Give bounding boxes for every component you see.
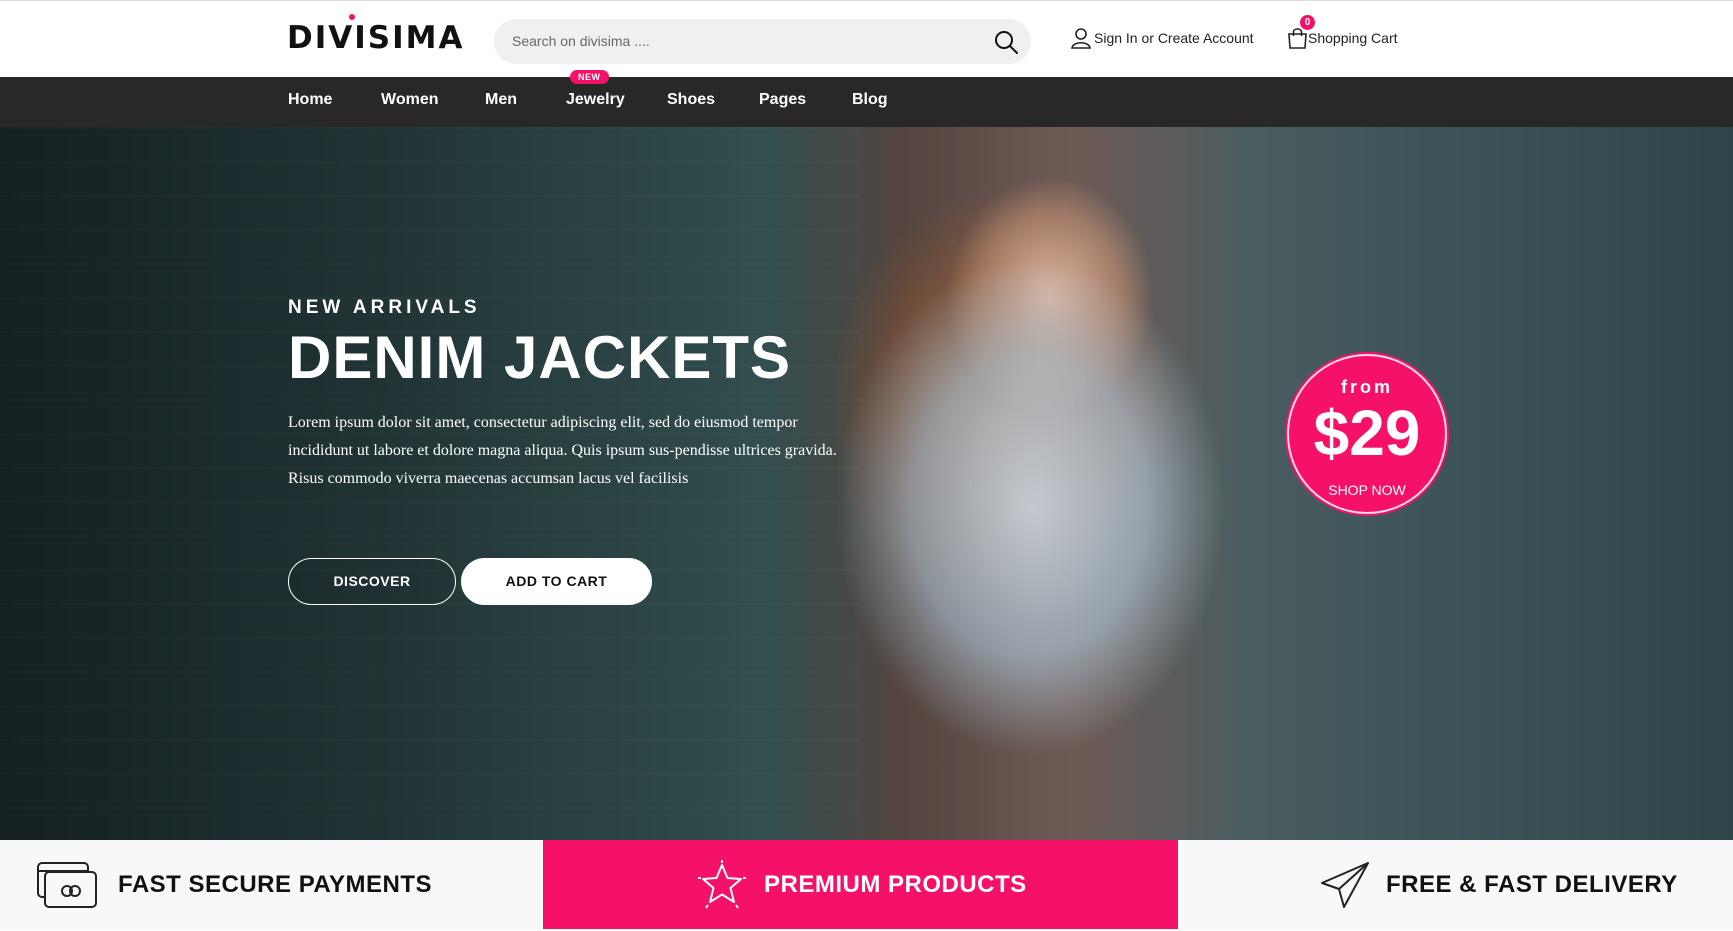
features-bar: FAST SECURE PAYMENTS PREMIUM PRODUCTS FR… [0, 840, 1733, 931]
cart-link[interactable]: 0 Shopping Cart [1287, 15, 1398, 51]
new-badge: NEW [570, 70, 609, 84]
discover-button[interactable]: DISCOVER [288, 558, 456, 605]
nav-item-shoes[interactable]: Shoes [667, 91, 715, 109]
price-bubble[interactable]: from $29 SHOP NOW [1287, 354, 1447, 514]
site-logo[interactable]: DIVISIMA [287, 14, 465, 56]
search-bar [494, 19, 1031, 64]
logo-dot [349, 14, 355, 20]
feature-premium-products: PREMIUM PRODUCTS [543, 840, 1178, 929]
shopping-bag-icon [1288, 28, 1307, 49]
feature-free-delivery: FREE & FAST DELIVERY [1178, 840, 1733, 929]
search-input[interactable] [512, 30, 952, 52]
logo-text: DIVISIMA [287, 20, 465, 56]
search-icon[interactable] [993, 29, 1019, 55]
star-icon [698, 859, 746, 909]
nav-item-pages[interactable]: Pages [759, 91, 806, 109]
user-icon [1071, 28, 1091, 49]
main-nav: Home Women Men Jewelry Shoes Pages Blog [0, 77, 1733, 127]
feature-label: FAST SECURE PAYMENTS [118, 870, 433, 898]
nav-item-blog[interactable]: Blog [852, 91, 888, 109]
hero-banner: NEW ARRIVALS DENIM JACKETS Lorem ipsum d… [0, 127, 1733, 840]
top-header: DIVISIMA Sign In or Create Account 0 Sho… [0, 0, 1733, 77]
cart-label: Shopping Cart [1308, 30, 1398, 46]
nav-item-home[interactable]: Home [288, 91, 332, 109]
hero-overlay [0, 127, 1733, 840]
nav-item-men[interactable]: Men [485, 91, 517, 109]
hero-title: DENIM JACKETS [288, 324, 792, 391]
nav-item-women[interactable]: Women [381, 91, 438, 109]
account-link[interactable]: Sign In or Create Account [1071, 25, 1254, 51]
paper-plane-icon [1321, 861, 1369, 908]
payment-card-icon [37, 861, 97, 908]
account-label: Sign In or Create Account [1094, 30, 1254, 46]
feature-label: PREMIUM PRODUCTS [764, 870, 1027, 898]
feature-label: FREE & FAST DELIVERY [1386, 870, 1678, 898]
add-to-cart-button[interactable]: ADD TO CART [461, 558, 652, 605]
price-from-label: from [1341, 377, 1393, 397]
feature-secure-payments: FAST SECURE PAYMENTS [0, 840, 543, 929]
hero-eyebrow: NEW ARRIVALS [288, 297, 481, 318]
hero-description: Lorem ipsum dolor sit amet, consectetur … [288, 414, 837, 487]
shop-now-link: SHOP NOW [1328, 482, 1406, 498]
nav-item-jewelry[interactable]: Jewelry [566, 91, 625, 109]
cart-count-badge: 0 [1300, 15, 1315, 30]
price-value: $29 [1313, 397, 1421, 469]
